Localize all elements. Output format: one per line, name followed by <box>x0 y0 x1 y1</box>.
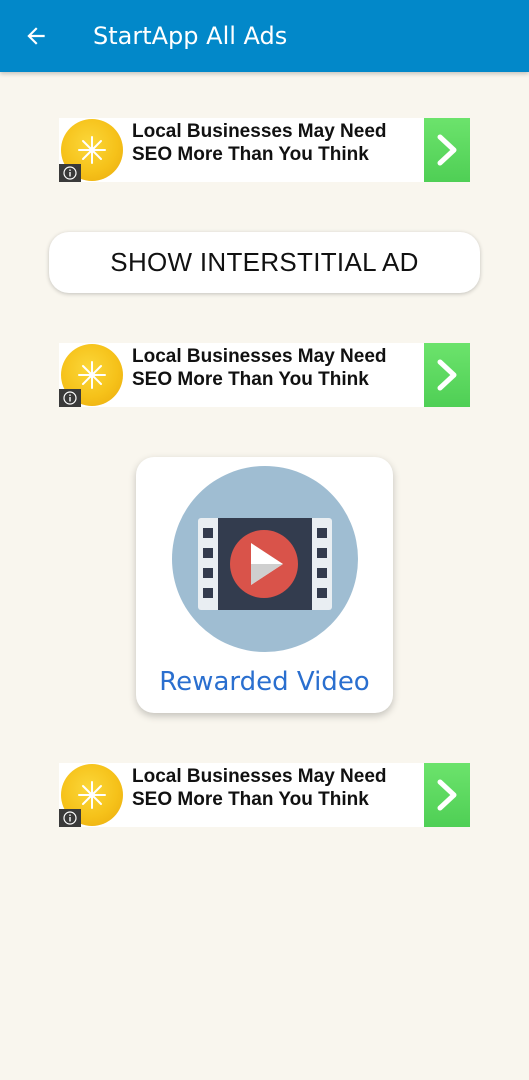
show-interstitial-button[interactable]: SHOW INTERSTITIAL AD <box>49 232 480 293</box>
app-bar: StartApp All Ads <box>0 0 529 72</box>
ad-text-line2: SEO More Than You Think <box>132 369 369 390</box>
back-button[interactable] <box>20 20 52 52</box>
info-icon[interactable] <box>59 164 81 182</box>
ad-text-line1: Local Businesses May Need <box>132 121 387 142</box>
video-play-icon <box>172 466 358 652</box>
ad-open-button[interactable] <box>424 763 470 827</box>
ad-open-button[interactable] <box>424 118 470 182</box>
chevron-right-icon <box>437 134 457 166</box>
ad-text-line2: SEO More Than You Think <box>132 144 369 165</box>
ad-text-line1: Local Businesses May Need <box>132 766 387 787</box>
banner-ad[interactable]: Local Businesses May Need SEO More Than … <box>59 343 470 407</box>
banner-ad[interactable]: Local Businesses May Need SEO More Than … <box>59 763 470 827</box>
rewarded-video-button[interactable]: Rewarded Video <box>136 457 393 713</box>
info-icon[interactable] <box>59 809 81 827</box>
ad-text: Local Businesses May Need SEO More Than … <box>132 120 402 166</box>
app-title: StartApp All Ads <box>93 22 288 50</box>
ad-text: Local Businesses May Need SEO More Than … <box>132 345 402 391</box>
arrow-left-icon <box>27 27 45 45</box>
ad-text: Local Businesses May Need SEO More Than … <box>132 765 402 811</box>
banner-ad[interactable]: Local Businesses May Need SEO More Than … <box>59 118 470 182</box>
chevron-right-icon <box>437 779 457 811</box>
ad-text-line2: SEO More Than You Think <box>132 789 369 810</box>
info-icon[interactable] <box>59 389 81 407</box>
rewarded-video-label: Rewarded Video <box>159 667 370 697</box>
chevron-right-icon <box>437 359 457 391</box>
ad-text-line1: Local Businesses May Need <box>132 346 387 367</box>
ad-open-button[interactable] <box>424 343 470 407</box>
